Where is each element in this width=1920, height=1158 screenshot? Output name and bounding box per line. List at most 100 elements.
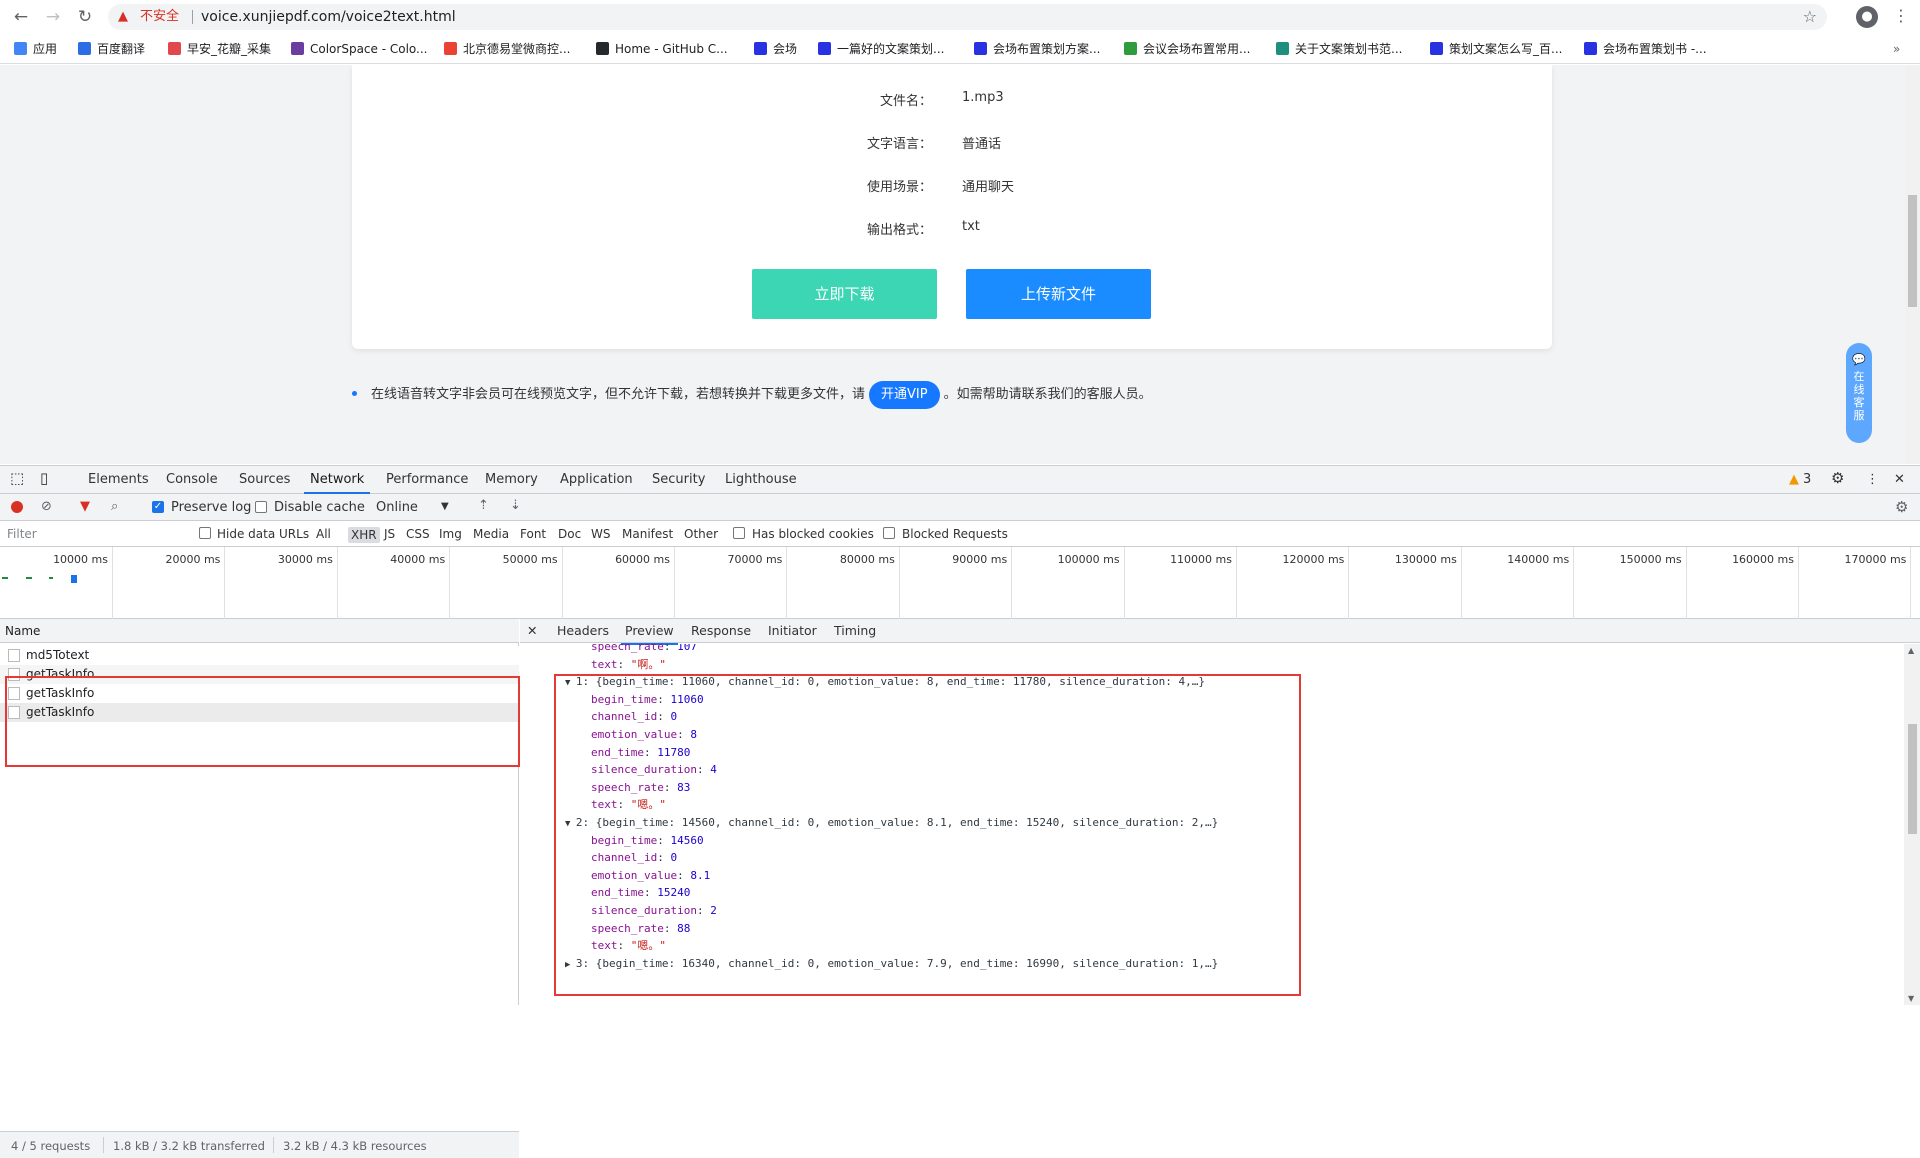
blocked-cookies-checkbox[interactable] — [733, 527, 745, 539]
bookmark-item[interactable]: 会议会场布置常用... — [1124, 41, 1250, 57]
inspect-element-icon[interactable]: ⬚ — [10, 470, 24, 486]
close-devtools-icon[interactable]: ✕ — [1894, 472, 1905, 488]
devtools-tab-security[interactable]: Security — [652, 472, 705, 488]
online-service-button[interactable]: 💬 在线客服 — [1846, 343, 1872, 443]
timeline-gridline — [1011, 547, 1013, 619]
filter-type-xhr[interactable]: XHR — [348, 527, 380, 543]
bookmark-item[interactable]: Home - GitHub C... — [596, 41, 728, 57]
devtools-tab-elements[interactable]: Elements — [88, 472, 149, 488]
filter-type-img[interactable]: Img — [439, 527, 462, 541]
github-icon — [596, 42, 609, 55]
settings-gear-icon[interactable]: ⚙ — [1831, 470, 1844, 486]
baidu-paw-icon — [818, 42, 831, 55]
json-field[interactable]: speech_rate: 107 — [591, 644, 697, 654]
blocked-requests-checkbox[interactable] — [883, 527, 895, 539]
url-text[interactable]: voice.xunjiepdf.com/voice2text.html — [201, 8, 456, 26]
search-icon[interactable]: ⌕ — [111, 499, 118, 515]
back-arrow-icon[interactable]: ← — [10, 6, 32, 28]
preserve-log-label[interactable]: Preserve log — [171, 500, 251, 516]
bookmark-item[interactable]: 早安_花瓣_采集 — [168, 41, 271, 57]
disable-cache-checkbox[interactable] — [255, 501, 267, 513]
bookmark-item[interactable]: 应用 — [14, 41, 57, 57]
clear-icon[interactable]: ⊘ — [41, 499, 52, 515]
filter-input[interactable]: Filter — [7, 526, 37, 542]
timeline-gridline — [786, 547, 788, 619]
chevron-down-icon[interactable]: ▼ — [441, 499, 449, 515]
bookmark-item[interactable]: 会场布置策划方案... — [974, 41, 1100, 57]
json-key: speech_rate — [591, 644, 664, 653]
detail-tab-initiator[interactable]: Initiator — [768, 623, 817, 639]
profile-avatar-icon[interactable]: ● — [1856, 6, 1878, 28]
export-har-icon[interactable]: ⇣ — [510, 498, 521, 514]
browser-menu-icon[interactable]: ⋮ — [1893, 6, 1909, 25]
device-toolbar-icon[interactable]: ▯ — [40, 470, 48, 486]
bookmark-item[interactable]: 会场布置策划书 -... — [1584, 41, 1707, 57]
filter-type-other[interactable]: Other — [684, 527, 718, 541]
network-settings-icon[interactable]: ⚙ — [1895, 499, 1908, 515]
filter-type-ws[interactable]: WS — [591, 527, 610, 541]
warning-count[interactable]: 3 — [1803, 472, 1811, 488]
close-detail-icon[interactable]: ✕ — [527, 623, 537, 639]
bookmark-label: 会场布置策划方案... — [993, 42, 1101, 56]
devtools-tab-network[interactable]: Network — [303, 472, 371, 494]
filter-type-manifest[interactable]: Manifest — [622, 527, 673, 541]
bookmark-item[interactable]: 一篇好的文案策划... — [818, 41, 944, 57]
timeline-bar — [2, 577, 8, 579]
timeline-overview[interactable]: 10000 ms 20000 ms 30000 ms 40000 ms 50000 ms… — [0, 547, 1920, 619]
warning-icon[interactable]: ▲ — [1789, 472, 1799, 488]
detail-tab-response[interactable]: Response — [691, 623, 751, 639]
bookmark-item[interactable]: ColorSpace - Colo... — [291, 41, 428, 57]
bookmark-item[interactable]: 会场 — [754, 41, 797, 57]
disable-cache-label[interactable]: Disable cache — [274, 500, 365, 516]
bookmark-item[interactable]: 关于文案策划书范... — [1276, 41, 1402, 57]
warning-icon[interactable]: ▲ — [118, 9, 128, 25]
request-row[interactable]: md5Totext — [0, 646, 519, 665]
open-vip-button[interactable]: 开通VIP — [869, 381, 940, 409]
more-bookmarks-icon[interactable]: » — [1893, 41, 1900, 57]
name-column-header[interactable]: Name — [0, 619, 519, 643]
preserve-log-checkbox[interactable]: ✓ — [152, 501, 164, 513]
filter-type-media[interactable]: Media — [473, 527, 509, 541]
filter-type-font[interactable]: Font — [520, 527, 546, 541]
timeline-gridline — [1348, 547, 1350, 619]
more-options-icon[interactable]: ⋮ — [1866, 472, 1879, 488]
devtools-tab-console[interactable]: Console — [166, 472, 218, 488]
detail-tab-preview[interactable]: Preview — [621, 623, 678, 645]
hide-data-urls-checkbox[interactable] — [199, 527, 211, 539]
devtools-tab-sources[interactable]: Sources — [239, 472, 290, 488]
filter-type-doc[interactable]: Doc — [558, 527, 581, 541]
bullet-dot — [352, 391, 357, 396]
filter-type-all[interactable]: All — [316, 527, 331, 541]
detail-tab-headers[interactable]: Headers — [557, 623, 609, 639]
devtools-tab-application[interactable]: Application — [560, 472, 633, 488]
filter-icon[interactable]: ▼ — [80, 499, 90, 515]
page-scrollbar[interactable] — [1905, 65, 1920, 464]
bookmark-label: 一篇好的文案策划... — [837, 42, 945, 56]
throttle-select[interactable]: Online — [376, 500, 418, 516]
devtools-tab-performance[interactable]: Performance — [386, 472, 468, 488]
bookmark-item[interactable]: 策划文案怎么写_百... — [1430, 41, 1562, 57]
blocked-cookies-label[interactable]: Has blocked cookies — [752, 527, 874, 541]
reload-icon[interactable]: ↻ — [74, 6, 96, 28]
import-har-icon[interactable]: ⇡ — [478, 498, 489, 514]
devtools-tab-memory[interactable]: Memory — [485, 472, 538, 488]
blocked-requests-label[interactable]: Blocked Requests — [902, 527, 1008, 541]
upload-new-file-button[interactable]: 上传新文件 — [966, 269, 1151, 319]
hide-data-urls-label[interactable]: Hide data URLs — [217, 527, 309, 541]
address-bar[interactable]: ▲ 不安全 voice.xunjiepdf.com/voice2text.htm… — [108, 4, 1827, 30]
preview-scrollbar[interactable]: ▲ ▼ — [1904, 644, 1920, 1005]
filter-type-js[interactable]: JS — [384, 527, 395, 541]
devtools-tab-lighthouse[interactable]: Lighthouse — [725, 472, 797, 488]
download-button[interactable]: 立即下载 — [752, 269, 937, 319]
record-icon[interactable] — [11, 501, 23, 513]
detail-tab-timing[interactable]: Timing — [834, 623, 876, 639]
bookmark-item[interactable]: 百度翻译 — [78, 41, 145, 57]
timeline-tick-label: 30000 ms — [277, 553, 333, 566]
bookmark-label: 应用 — [33, 42, 58, 56]
bookmark-item[interactable]: 北京德易堂微商控... — [444, 41, 570, 57]
json-field[interactable]: text: "啊。" — [591, 658, 666, 672]
not-secure-label[interactable]: 不安全 — [140, 9, 179, 25]
bookmark-star-icon[interactable]: ☆ — [1803, 7, 1817, 26]
forward-arrow-icon[interactable]: → — [42, 6, 64, 28]
filter-type-css[interactable]: CSS — [406, 527, 430, 541]
